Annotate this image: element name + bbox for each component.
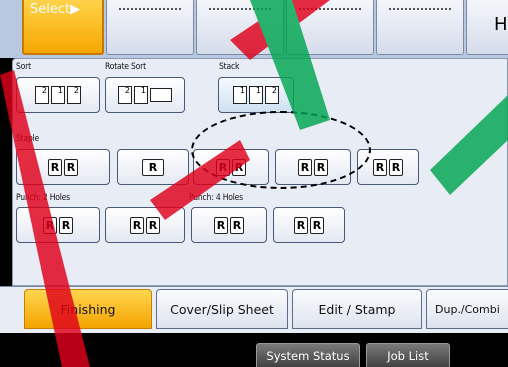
page-number: 1 — [57, 86, 63, 95]
function-tabs: Finishing Cover/Slip Sheet Edit / Stamp … — [0, 286, 508, 333]
rotate-sort-label: Rotate Sort — [105, 62, 146, 72]
paper-r-icon: R — [43, 216, 57, 234]
rotated-page-icon — [150, 88, 172, 102]
paper-r-icon: R — [48, 158, 62, 176]
top-option-4[interactable] — [376, 0, 464, 55]
page-number: 1 — [239, 86, 245, 95]
paper-r-icon: R — [142, 158, 164, 176]
page-number: 2 — [73, 86, 79, 95]
page-number: 2 — [271, 86, 277, 95]
paper-r-icon: R — [59, 216, 73, 234]
sort-button[interactable]: 2 1 2 — [16, 77, 100, 113]
page-number: 1 — [255, 86, 261, 95]
paper-r-icon: R — [373, 158, 387, 176]
stack-label: Stack — [219, 62, 240, 72]
tab-label: Cover/Slip Sheet — [170, 301, 274, 317]
staple-label: Staple — [16, 134, 40, 144]
top-right-text: H9 — [494, 14, 508, 35]
page-number: 2 — [124, 86, 130, 95]
dotted-line — [389, 8, 451, 10]
job-list-label: Job List — [387, 349, 429, 363]
paper-r-icon: R — [389, 158, 403, 176]
top-option-5[interactable]: H9 — [466, 0, 508, 55]
tab-finishing[interactable]: Finishing — [24, 289, 152, 329]
rotate-sort-page-icon: 2 — [118, 86, 132, 104]
system-status-label: System Status — [266, 349, 350, 363]
copier-screen: Select▶ H9 Sort Rotate Sort Stack 2 1 2 … — [0, 0, 508, 367]
page-number: 1 — [140, 86, 146, 95]
sort-page-icon: 2 — [67, 86, 81, 104]
punch-4-top-button[interactable]: R R — [273, 207, 345, 243]
select-label: Select▶ — [30, 2, 81, 17]
job-list-button[interactable]: Job List — [366, 343, 450, 367]
page-number: 2 — [41, 86, 47, 95]
finishing-panel: Sort Rotate Sort Stack 2 1 2 2 1 1 1 2 S… — [12, 58, 508, 286]
stack-page-icon: 1 — [233, 86, 247, 104]
stack-button[interactable]: 1 1 2 — [218, 77, 294, 113]
top-option-2[interactable] — [196, 0, 284, 55]
punch-4-left-button[interactable]: R R — [191, 207, 267, 243]
punch-2-holes-label: Punch: 2 Holes — [16, 193, 70, 203]
bottom-bar: System Status Job List — [0, 333, 508, 367]
punch-4-holes-label: Punch: 4 Holes — [189, 193, 243, 203]
rotate-sort-page-icon: 1 — [134, 86, 148, 104]
paper-r-icon: R — [294, 216, 308, 234]
dotted-line — [119, 8, 181, 10]
sort-label: Sort — [16, 62, 31, 72]
tab-label: Finishing — [60, 301, 116, 317]
paper-r-icon: R — [310, 216, 324, 234]
staple-top-right-button[interactable]: R — [117, 149, 189, 185]
punch-2-left-button[interactable]: R R — [16, 207, 100, 243]
stack-page-icon: 1 — [249, 86, 263, 104]
tab-edit-stamp[interactable]: Edit / Stamp — [292, 289, 422, 329]
tab-label: Dup./Combi — [435, 302, 500, 316]
top-option-3[interactable] — [286, 0, 374, 55]
sort-page-icon: 1 — [51, 86, 65, 104]
paper-r-icon: R — [214, 216, 228, 234]
paper-r-icon: R — [230, 216, 244, 234]
system-status-button[interactable]: System Status — [256, 343, 360, 367]
staple-top-left-button[interactable]: R R — [16, 149, 110, 185]
stack-page-icon: 2 — [265, 86, 279, 104]
sort-page-icon: 2 — [35, 86, 49, 104]
top-option-1[interactable] — [106, 0, 194, 55]
rotate-sort-button[interactable]: 2 1 — [105, 77, 185, 113]
tab-dup-combine[interactable]: Dup./Combi — [426, 289, 508, 329]
top-bar: Select▶ H9 — [0, 0, 508, 58]
paper-r-icon: R — [146, 216, 160, 234]
tab-cover-slip-sheet[interactable]: Cover/Slip Sheet — [156, 289, 288, 329]
dotted-line — [209, 8, 271, 10]
select-button[interactable]: Select▶ — [22, 0, 104, 55]
paper-r-icon: R — [130, 216, 144, 234]
paper-r-icon: R — [64, 158, 78, 176]
dashed-highlight-ellipse — [191, 111, 371, 189]
tab-label: Edit / Stamp — [318, 301, 396, 317]
dotted-line — [299, 8, 361, 10]
punch-2-top-button[interactable]: R R — [105, 207, 185, 243]
